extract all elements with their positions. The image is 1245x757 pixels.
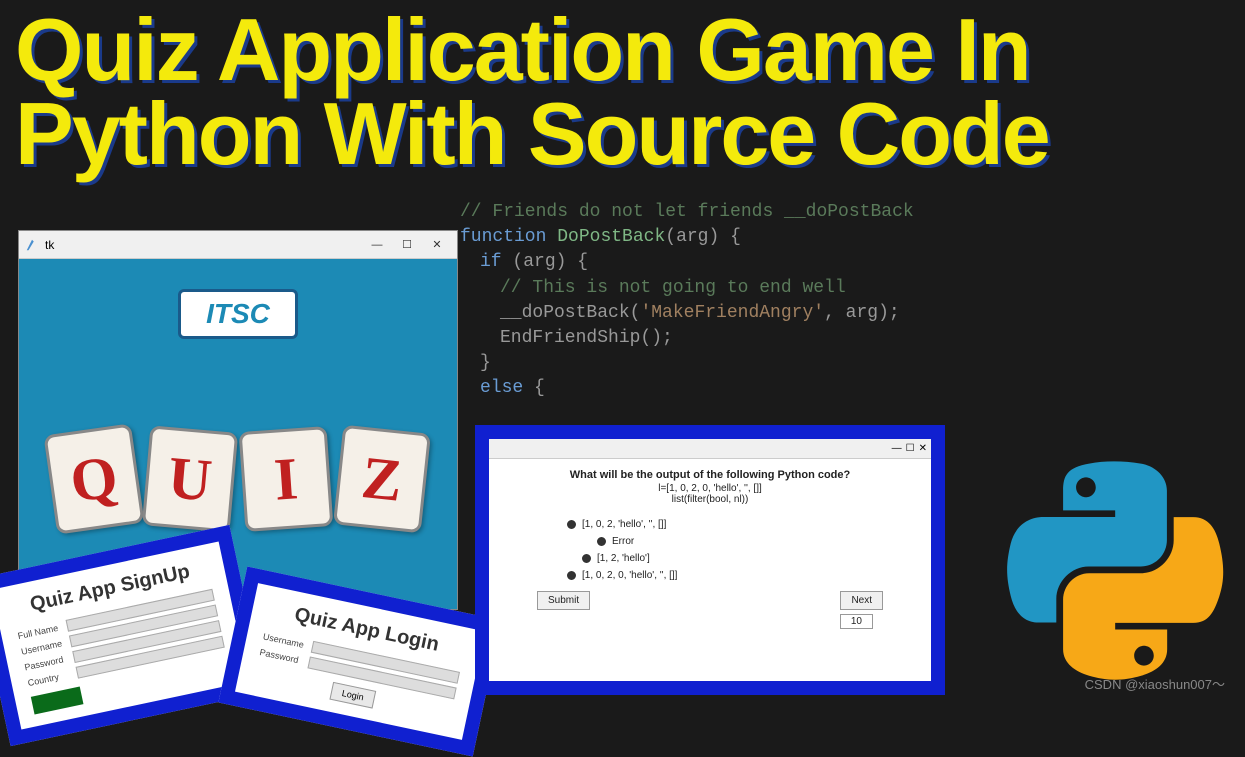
- watermark: CSDN @xiaoshun007～: [1085, 674, 1225, 693]
- window-title: tk: [45, 238, 54, 252]
- question-window: — ☐ ✕ What will be the output of the fol…: [475, 425, 945, 695]
- question-code2: list(filter(bool, nl)): [507, 494, 913, 505]
- question-titlebar: — ☐ ✕: [489, 439, 931, 459]
- option-3[interactable]: [1, 2, 'hello']: [582, 553, 913, 564]
- maximize-button[interactable]: ☐: [393, 235, 421, 255]
- close-button[interactable]: ✕: [423, 235, 451, 255]
- python-logo-icon: [1005, 461, 1225, 681]
- q-close-button[interactable]: ✕: [919, 443, 927, 454]
- itsc-logo: ITSC: [178, 289, 298, 339]
- submit-button[interactable]: Submit: [537, 591, 590, 610]
- login-window: Quiz App Login Username Password Login: [218, 566, 501, 756]
- login-button[interactable]: Login: [329, 682, 376, 709]
- signup-button[interactable]: [31, 686, 84, 714]
- question-code1: l=[1, 0, 2, 0, 'hello', '', []]: [507, 483, 913, 494]
- q-maximize-button[interactable]: ☐: [906, 443, 915, 454]
- q-minimize-button[interactable]: —: [892, 443, 902, 454]
- quiz-tiles: Q U I Z: [39, 429, 437, 529]
- minimize-button[interactable]: —: [363, 235, 391, 255]
- next-button[interactable]: Next: [840, 591, 883, 610]
- score-display: 10: [507, 614, 913, 629]
- radio-icon: [567, 520, 576, 529]
- code-snippet: // Friends do not let friends __doPostBa…: [460, 200, 914, 402]
- radio-icon: [567, 571, 576, 580]
- tile-q: Q: [43, 423, 144, 534]
- question-text: What will be the output of the following…: [507, 469, 913, 481]
- quiz-splash-window: tk — ☐ ✕ ITSC Q U I Z: [18, 230, 458, 610]
- tile-z: Z: [333, 425, 431, 534]
- titlebar: tk — ☐ ✕: [19, 231, 457, 259]
- option-2[interactable]: Error: [597, 536, 913, 547]
- tile-u: U: [142, 425, 238, 532]
- tile-i: I: [239, 426, 334, 532]
- option-1[interactable]: [1, 0, 2, 'hello', '', []]: [567, 519, 913, 530]
- option-4[interactable]: [1, 0, 2, 0, 'hello', '', []]: [567, 570, 913, 581]
- headline: Quiz Application Game In Python With Sou…: [15, 8, 1245, 175]
- feather-icon: [25, 238, 39, 252]
- radio-icon: [597, 537, 606, 546]
- radio-icon: [582, 554, 591, 563]
